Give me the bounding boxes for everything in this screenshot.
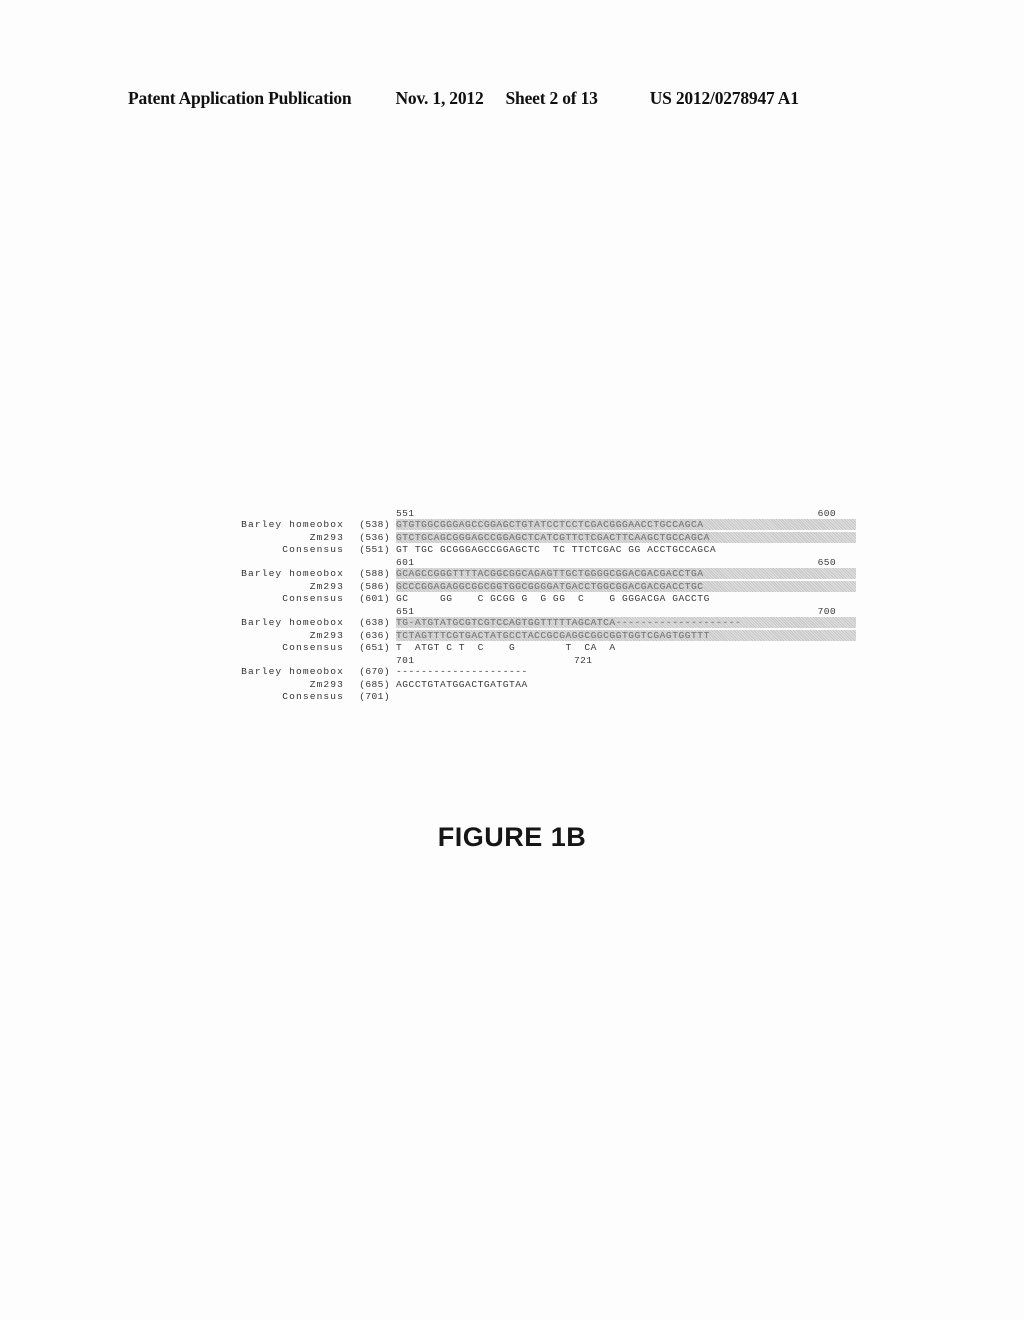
alignment-row: Consensus (701) xyxy=(196,691,856,704)
alignment-row-start-index: (685) xyxy=(359,678,390,690)
alignment-sequence: TCTAGTTTCGTGACTATGCCTACCGCGAGGCGGCGGTGGT… xyxy=(396,629,856,641)
alignment-row: Barley homeobox (638) TG-ATGTATGCGTCGTCCAG… xyxy=(196,617,856,630)
alignment-row-start-index: (638) xyxy=(359,617,390,629)
alignment-sequence: GTCTGCAGCGGGAGCCGGAGCTCATCGTTCTCGACTTCAA… xyxy=(396,531,856,543)
alignment-row-start-index: (538) xyxy=(359,519,390,531)
alignment-block: 701 721 Barley homeobox (670) --------------… xyxy=(196,655,856,704)
alignment-row-start-index: (701) xyxy=(359,691,390,703)
alignment-row: Zm293 (586) GCCCGGAGAGGCGGCGGTGGCGGGGATGAC… xyxy=(196,580,856,594)
alignment-row-label: Barley homeobox xyxy=(241,617,344,629)
alignment-row-start-index: (601) xyxy=(359,593,390,605)
alignment-row-start-index: (551) xyxy=(359,544,390,556)
alignment-row-start-index: (586) xyxy=(359,580,390,592)
alignment-row: Consensus (601) GC GG C GCGG G G GG C G GG… xyxy=(196,593,856,606)
alignment-row-label: Consensus xyxy=(282,642,344,654)
alignment-row: Consensus (651) T ATGT C T C G T CA A xyxy=(196,642,856,655)
alignment-row: Barley homeobox (538) GTGTGGCGGGAGCCGGAGCT… xyxy=(196,519,856,532)
alignment-sequence: GCCCGGAGAGGCGGCGGTGGCGGGGATGACCTGGCGGACG… xyxy=(396,580,856,592)
alignment-block: 651 700 Barley homeobox (638) TG-ATGTATGCGTC… xyxy=(196,606,856,655)
alignment-row: Zm293 (636) TCTAGTTTCGTGACTATGCCTACCGCGAGG… xyxy=(196,629,856,643)
alignment-row-start-index: (651) xyxy=(359,642,390,654)
alignment-row-start-index: (536) xyxy=(359,531,390,543)
alignment-row-label: Barley homeobox xyxy=(241,568,344,580)
header-publication-label: Patent Application Publication xyxy=(128,88,352,108)
alignment-sequence: GTGTGGCGGGAGCCGGAGCTGTATCCTCCTCGACGGGAAC… xyxy=(396,519,856,531)
ruler-start-position: 701 xyxy=(396,654,415,666)
alignment-sequence: --------------------- xyxy=(396,666,528,678)
alignment-row-label: Consensus xyxy=(282,691,344,703)
alignment-row-label: Consensus xyxy=(282,544,344,556)
alignment-row-label: Consensus xyxy=(282,593,344,605)
ruler-start-position: 551 xyxy=(396,508,415,519)
alignment-sequence: AGCCTGTATGGACTGATGTAA xyxy=(396,678,528,690)
alignment-row-label: Zm293 xyxy=(309,629,344,641)
alignment-block: 551 600 Barley homeobox (538) GTGTGGCGGGAGCC… xyxy=(196,508,856,557)
alignment-row-start-index: (670) xyxy=(359,666,390,678)
header-sheet-number: Sheet 2 of 13 xyxy=(505,88,598,108)
alignment-row: Zm293 (536) GTCTGCAGCGGGAGCCGGAGCTCATCGTTC… xyxy=(196,531,856,545)
alignment-row: Barley homeobox (588) GCAGCCGGGTTTTACGGCGG… xyxy=(196,568,856,581)
ruler-end-position: 600 xyxy=(817,508,836,519)
alignment-sequence: T ATGT C T C G T CA A xyxy=(396,642,616,654)
ruler-start-position: 601 xyxy=(396,556,415,568)
ruler-end-position: 700 xyxy=(817,605,836,617)
patent-page: Patent Application Publication Nov. 1, 2… xyxy=(0,0,1024,1320)
alignment-ruler: 701 721 xyxy=(396,655,836,666)
alignment-ruler: 651 700 xyxy=(396,606,836,617)
alignment-ruler: 601 650 xyxy=(396,557,836,568)
alignment-row-start-index: (588) xyxy=(359,568,390,580)
alignment-row-label: Zm293 xyxy=(309,678,344,690)
alignment-row: Barley homeobox (670) --------------------… xyxy=(196,666,856,679)
alignment-row-label: Barley homeobox xyxy=(241,519,344,531)
alignment-row-label: Barley homeobox xyxy=(241,666,344,678)
alignment-row: Consensus (551) GT TGC GCGGGAGCCGGAGCTC TC… xyxy=(196,544,856,557)
alignment-row-label: Zm293 xyxy=(309,580,344,592)
header-patent-number: US 2012/0278947 A1 xyxy=(649,88,799,108)
alignment-block: 601 650 Barley homeobox (588) GCAGCCGGGTTTTA… xyxy=(196,557,856,606)
alignment-sequence: TG-ATGTATGCGTCGTCCAGTGGTTTTTAGCATCA-----… xyxy=(396,617,856,629)
alignment-row-start-index: (636) xyxy=(359,629,390,641)
alignment-row-label: Zm293 xyxy=(309,531,344,543)
ruler-end-position: 721 xyxy=(574,654,593,666)
ruler-end-position: 650 xyxy=(817,556,836,568)
alignment-body: 551 600 Barley homeobox (538) GTGTGGCGGGAGCC… xyxy=(196,508,856,704)
publication-header: Patent Application Publication Nov. 1, 2… xyxy=(128,88,896,109)
alignment-row: Zm293 (685) AGCCTGTATGGACTGATGTAA xyxy=(196,679,856,692)
alignment-sequence: GCAGCCGGGTTTTACGGCGGCAGAGTTGCTGGGGCGGACG… xyxy=(396,568,856,580)
sequence-alignment-figure: 551 600 Barley homeobox (538) GTGTGGCGGGAGCC… xyxy=(196,508,856,704)
figure-caption: FIGURE 1B xyxy=(437,822,587,852)
header-date: Nov. 1, 2012 xyxy=(395,88,484,108)
alignment-ruler: 551 600 xyxy=(396,508,836,519)
ruler-start-position: 651 xyxy=(396,605,415,617)
alignment-sequence: GC GG C GCGG G G GG C G GGGACGA GACCTG xyxy=(396,593,710,605)
alignment-sequence: GT TGC GCGGGAGCCGGAGCTC TC TTCTCGAC GG A… xyxy=(396,544,717,556)
